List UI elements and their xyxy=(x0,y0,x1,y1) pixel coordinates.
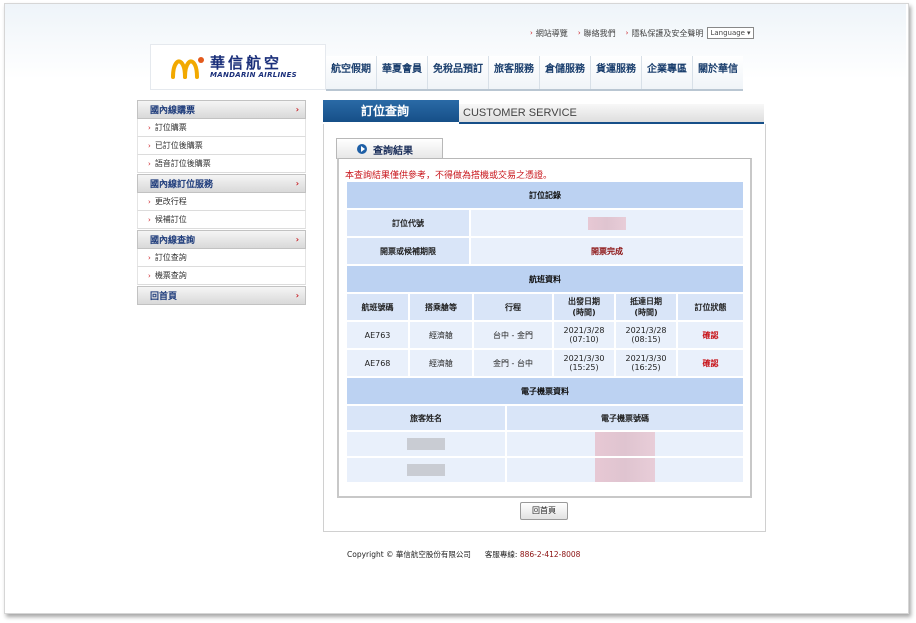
col-passenger-name: 旅客姓名 xyxy=(347,406,507,430)
sidebar-item-purchase-after-booking[interactable]: › 已訂位後購票 xyxy=(137,137,306,155)
sidebar-item-book-purchase[interactable]: › 訂位購票 xyxy=(137,119,306,137)
nav-holidays[interactable]: 航空假期 xyxy=(326,56,377,89)
logo[interactable]: 華信航空 MANDARIN AIRLINES xyxy=(150,44,326,90)
sidebar-item-voice-booking-purchase[interactable]: › 語音訂位後購票 xyxy=(137,155,306,173)
home-button[interactable]: 回首頁 xyxy=(520,502,568,520)
nav-duty-free[interactable]: 免稅品預訂 xyxy=(428,56,489,89)
chevron-right-icon: › xyxy=(295,105,299,114)
bullet-icon: › xyxy=(148,271,151,280)
bullet-icon: › xyxy=(148,123,151,132)
page-title: 訂位查詢 xyxy=(323,100,459,122)
eticket-header: 電子機票資料 xyxy=(347,378,743,406)
booking-status: 確認 xyxy=(678,350,743,376)
sidebar-section-domestic-inquiry[interactable]: 國內線查詢 › xyxy=(137,230,306,249)
table-row xyxy=(347,458,743,482)
sidebar-item-booking-inquiry[interactable]: › 訂位查詢 xyxy=(137,249,306,267)
arrow-icon: › xyxy=(530,29,533,37)
chevron-right-icon: › xyxy=(295,179,299,188)
disclaimer-notice: 本查詢結果僅供參考，不得做為搭機或交易之憑證。 xyxy=(345,171,553,181)
bullet-icon: › xyxy=(148,197,151,206)
page-subtitle-bar: CUSTOMER SERVICE xyxy=(459,104,764,125)
sidebar-section-domestic-booking[interactable]: 國內線購票 › xyxy=(137,100,306,119)
table-row: AE763 經濟艙 台中 - 金門 2021/3/28 (07:10) 2021/… xyxy=(347,322,743,350)
nav-warehouse[interactable]: 倉儲服務 xyxy=(540,56,591,89)
logo-text: 華信航空 MANDARIN AIRLINES xyxy=(210,54,298,79)
chevron-down-icon: ▾ xyxy=(746,29,751,37)
flight-number: AE768 xyxy=(347,350,410,376)
redacted-eticket-number xyxy=(595,432,655,456)
booking-record-header: 訂位記錄 xyxy=(347,182,743,210)
eticket-number xyxy=(507,458,743,482)
booking-code-row: 訂位代號 xyxy=(347,210,743,238)
flight-number: AE763 xyxy=(347,322,410,348)
booking-code-label: 訂位代號 xyxy=(347,210,471,236)
plum-blossom-logo-icon xyxy=(171,55,205,79)
col-eticket-number: 電子機票號碼 xyxy=(507,406,743,430)
bullet-icon: › xyxy=(148,159,151,168)
route: 台中 - 金門 xyxy=(474,322,554,348)
cabin-class: 經濟艙 xyxy=(410,322,474,348)
arrow-icon: › xyxy=(625,29,629,37)
hotline: 客服專線: 886-2-412-8008 xyxy=(484,550,581,559)
nav-passenger-service[interactable]: 旅客服務 xyxy=(489,56,540,89)
nav-corporate[interactable]: 企業專區 xyxy=(642,56,693,89)
redacted-passenger-name xyxy=(407,464,445,476)
arrival-datetime: 2021/3/30 (16:25) xyxy=(616,350,678,376)
arrow-icon: › xyxy=(577,29,581,37)
col-route: 行程 xyxy=(474,294,554,320)
arrival-datetime: 2021/3/28 (08:15) xyxy=(616,322,678,348)
cabin-class: 經濟艙 xyxy=(410,350,474,376)
sidebar-item-waitlist[interactable]: › 候補訂位 xyxy=(137,211,306,229)
eticket-number xyxy=(507,432,743,456)
tab-query-result[interactable]: 查詢結果 xyxy=(336,138,443,159)
main-nav: 航空假期 華夏會員 免稅品預訂 旅客服務 倉儲服務 貨運服務 企業專區 關於華信 xyxy=(326,56,743,91)
sidebar: 國內線購票 › › 訂位購票 › 已訂位後購票 › 語音訂位後購票 國內線訂位服務 › ›… xyxy=(137,99,306,305)
col-flight-number: 航班號碼 xyxy=(347,294,410,320)
top-links: › 網站導覽 › 聯絡我們 › 隱私保護及安全聲明 Language ▾ xyxy=(530,27,754,39)
nav-about[interactable]: 關於華信 xyxy=(693,56,743,89)
passenger-name xyxy=(347,432,507,456)
booking-code-value xyxy=(471,210,743,236)
col-cabin: 搭乘艙等 xyxy=(410,294,474,320)
departure-datetime: 2021/3/28 (07:10) xyxy=(554,322,616,348)
sidebar-section-booking-service[interactable]: 國內線訂位服務 › xyxy=(137,174,306,193)
flight-info-header: 航班資料 xyxy=(347,266,743,294)
passenger-name xyxy=(347,458,507,482)
result-tables: 訂位記錄 訂位代號 開票或候補期限 開票完成 航班資料 航班號碼 搭乘艙等 行程… xyxy=(347,182,743,482)
sidebar-item-change-itinerary[interactable]: › 更改行程 xyxy=(137,193,306,211)
redacted-booking-code xyxy=(588,216,626,230)
chevron-right-icon: › xyxy=(295,291,299,300)
bullet-icon: › xyxy=(148,253,151,262)
col-status: 訂位狀態 xyxy=(678,294,743,320)
bullet-icon: › xyxy=(148,141,151,150)
table-row: AE768 經濟艙 金門 - 台中 2021/3/30 (15:25) 2021/… xyxy=(347,350,743,378)
play-circle-icon xyxy=(357,144,367,154)
bullet-icon: › xyxy=(148,215,151,224)
deadline-row: 開票或候補期限 開票完成 xyxy=(347,238,743,266)
deadline-label: 開票或候補期限 xyxy=(347,238,471,264)
nav-cargo[interactable]: 貨運服務 xyxy=(591,56,642,89)
redacted-passenger-name xyxy=(407,438,445,450)
deadline-value: 開票完成 xyxy=(471,238,743,264)
col-departure: 出發日期 (時間) xyxy=(554,294,616,320)
table-row xyxy=(347,432,743,458)
booking-status: 確認 xyxy=(678,322,743,348)
sidebar-section-home[interactable]: 回首頁 › xyxy=(137,286,306,305)
language-select[interactable]: Language ▾ xyxy=(707,27,754,39)
route: 金門 - 台中 xyxy=(474,350,554,376)
redacted-eticket-number xyxy=(595,458,655,482)
top-link-contact[interactable]: › 聯絡我們 xyxy=(578,28,616,39)
top-link-privacy[interactable]: › 隱私保護及安全聲明 xyxy=(626,28,704,39)
nav-membership[interactable]: 華夏會員 xyxy=(377,56,428,89)
departure-datetime: 2021/3/30 (15:25) xyxy=(554,350,616,376)
copyright: Copyright © 華信航空股份有限公司 xyxy=(347,550,471,559)
footer: Copyright © 華信航空股份有限公司 客服專線: 886-2-412-8… xyxy=(347,549,580,560)
chevron-right-icon: › xyxy=(295,235,299,244)
eticket-columns-row: 旅客姓名 電子機票號碼 xyxy=(347,406,743,432)
top-link-sitemap[interactable]: › 網站導覽 xyxy=(530,28,568,39)
flight-columns-row: 航班號碼 搭乘艙等 行程 出發日期 (時間) 抵達日期 (時間) 訂位狀態 xyxy=(347,294,743,322)
col-arrival: 抵達日期 (時間) xyxy=(616,294,678,320)
result-box: 本查詢結果僅供參考，不得做為搭機或交易之憑證。 訂位記錄 訂位代號 開票或候補期… xyxy=(337,158,752,498)
sidebar-item-ticket-inquiry[interactable]: › 機票查詢 xyxy=(137,267,306,285)
